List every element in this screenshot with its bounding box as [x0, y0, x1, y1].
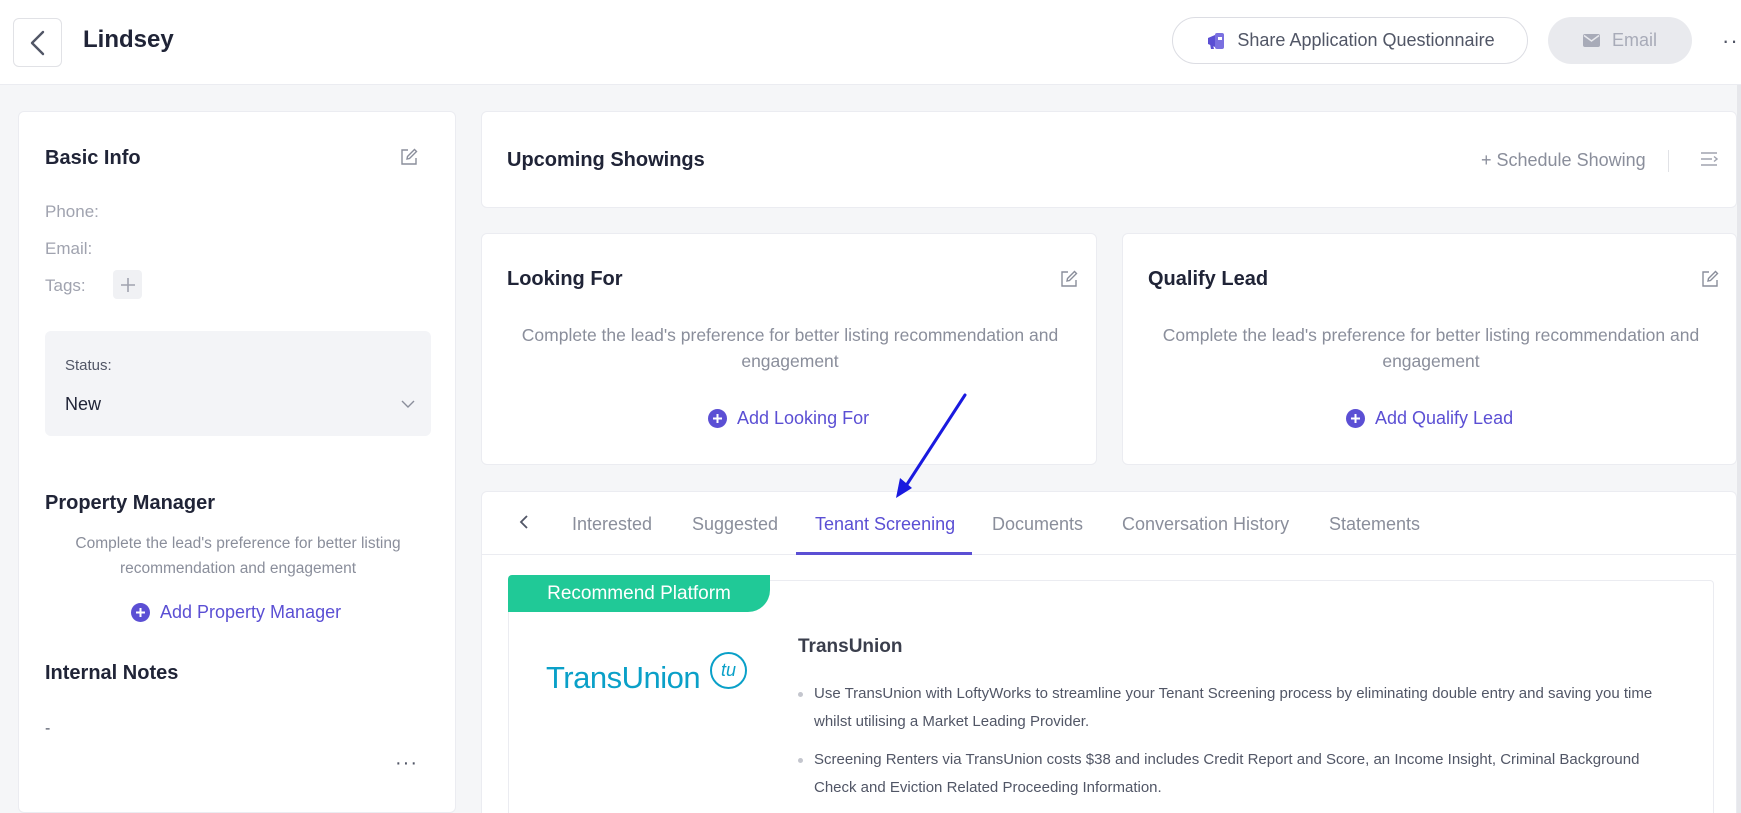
- recommend-badge: Recommend Platform: [508, 575, 770, 612]
- add-qualify-lead-label: Add Qualify Lead: [1375, 408, 1514, 428]
- megaphone-icon: [1208, 32, 1225, 49]
- share-questionnaire-button[interactable]: Share Application Questionnaire: [1172, 17, 1528, 64]
- chevron-down-icon: [401, 400, 415, 408]
- scrollbar[interactable]: [1737, 85, 1741, 813]
- upcoming-showings-title: Upcoming Showings: [507, 149, 705, 171]
- plus-circle-icon: [131, 603, 150, 622]
- tab-interested[interactable]: Interested: [572, 514, 652, 535]
- active-tab-indicator: [796, 552, 972, 555]
- divider: [1668, 150, 1669, 172]
- internal-notes-title: Internal Notes: [45, 662, 179, 684]
- upcoming-showings-card: Upcoming Showings + Schedule Showing: [481, 111, 1737, 208]
- transunion-logo-mark: tu: [710, 652, 747, 689]
- edit-icon[interactable]: [400, 148, 418, 166]
- add-looking-for-label: Add Looking For: [737, 408, 870, 428]
- email-button[interactable]: Email: [1548, 17, 1692, 64]
- share-questionnaire-label: Share Application Questionnaire: [1237, 30, 1495, 50]
- list-icon[interactable]: [1700, 151, 1718, 167]
- tab-bar: Interested Suggested Tenant Screening Do…: [482, 492, 1738, 555]
- platform-features: Use TransUnion with LoftyWorks to stream…: [798, 680, 1678, 812]
- schedule-showing-button[interactable]: + Schedule Showing: [1481, 150, 1646, 171]
- add-tag-button[interactable]: [113, 270, 142, 299]
- email-field-label: Email:: [45, 239, 93, 258]
- qualify-lead-hint: Complete the lead's preference for bette…: [1162, 325, 1700, 371]
- plus-icon: [120, 277, 135, 292]
- add-qualify-lead-link[interactable]: Add Qualify Lead: [1346, 408, 1513, 429]
- qualify-lead-card: Qualify Lead Complete the lead's prefere…: [1122, 233, 1737, 465]
- plus-circle-icon: [708, 409, 727, 428]
- edit-icon[interactable]: [1701, 270, 1719, 288]
- looking-for-hint: Complete the lead's preference for bette…: [521, 325, 1059, 371]
- status-box: Status: New: [45, 331, 431, 436]
- platform-name: TransUnion: [798, 636, 903, 657]
- status-label: Status:: [65, 357, 112, 374]
- notes-more-button[interactable]: ···: [395, 752, 418, 775]
- add-property-manager-label: Add Property Manager: [160, 602, 342, 622]
- email-label: Email: [1611, 30, 1657, 50]
- tab-statements[interactable]: Statements: [1329, 514, 1420, 535]
- plus-circle-icon: [1346, 409, 1365, 428]
- annotation-arrow-icon: [896, 393, 967, 498]
- status-select[interactable]: New: [65, 389, 415, 419]
- property-manager-title: Property Manager: [45, 492, 216, 514]
- chevron-left-icon[interactable]: [518, 512, 530, 532]
- basic-info-title: Basic Info: [45, 147, 141, 169]
- phone-label: Phone:: [45, 202, 99, 221]
- tab-tenant-screening[interactable]: Tenant Screening: [815, 514, 955, 535]
- status-value: New: [65, 393, 102, 414]
- top-bar: Lindsey Share Application Questionnaire …: [0, 0, 1741, 85]
- tab-conversation-history[interactable]: Conversation History: [1122, 514, 1289, 535]
- add-looking-for-link[interactable]: Add Looking For: [708, 408, 869, 429]
- add-property-manager-link[interactable]: Add Property Manager: [131, 602, 341, 623]
- tags-label: Tags:: [45, 276, 86, 295]
- page-title: Lindsey: [83, 26, 174, 53]
- tab-documents[interactable]: Documents: [992, 514, 1083, 535]
- lead-info-panel: Basic Info Phone: Email: Tags: Status: N…: [18, 111, 456, 813]
- lead-tabs-card: Interested Suggested Tenant Screening Do…: [481, 491, 1738, 813]
- looking-for-card: Looking For Complete the lead's preferen…: [481, 233, 1097, 465]
- feature-item: Screening Renters via TransUnion costs $…: [798, 746, 1678, 802]
- mail-icon: [1582, 34, 1600, 47]
- internal-notes-value: -: [45, 720, 51, 737]
- feature-item: Use TransUnion with LoftyWorks to stream…: [798, 680, 1678, 736]
- tab-suggested[interactable]: Suggested: [692, 514, 778, 535]
- back-arrow-icon: [30, 30, 44, 55]
- property-manager-hint: Complete the lead's preference for bette…: [75, 535, 401, 577]
- transunion-logo: TransUnion tu: [546, 652, 747, 696]
- looking-for-title: Looking For: [507, 268, 623, 290]
- edit-icon[interactable]: [1060, 270, 1078, 288]
- back-button[interactable]: [13, 18, 62, 67]
- more-actions-button[interactable]: ···: [1722, 28, 1741, 54]
- transunion-logo-text: TransUnion: [546, 660, 701, 695]
- qualify-lead-title: Qualify Lead: [1148, 268, 1269, 290]
